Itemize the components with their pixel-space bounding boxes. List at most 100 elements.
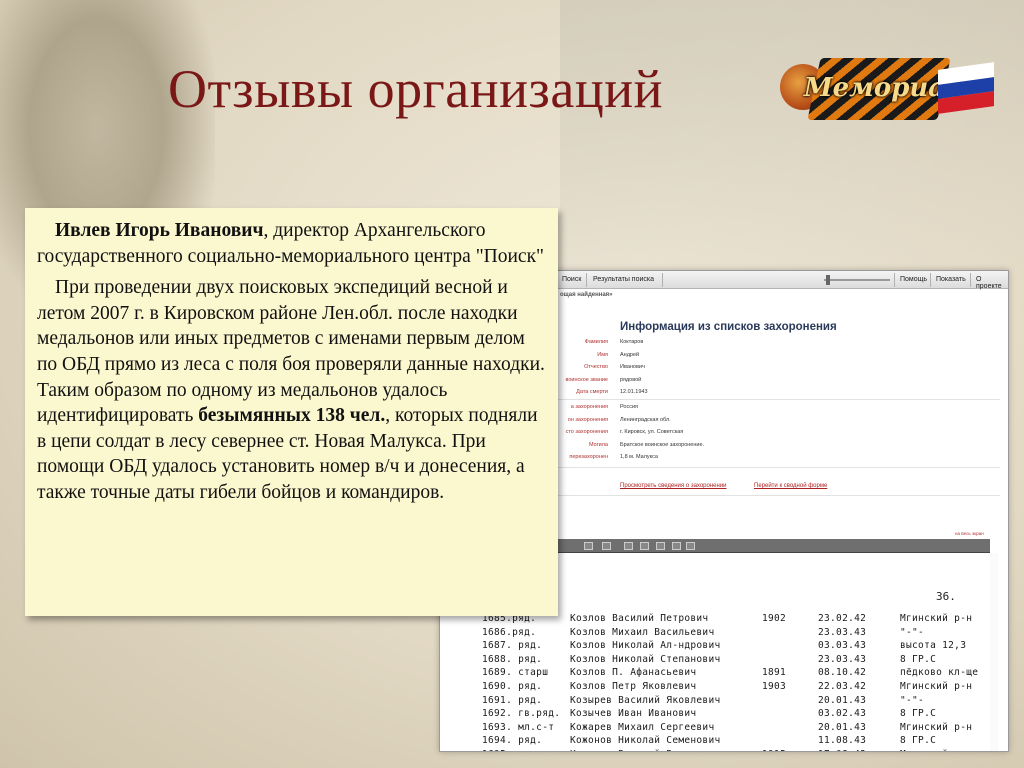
record-name: Козырев Василий Яковлевич [570, 694, 721, 706]
nav-show-link[interactable]: Показать [936, 276, 966, 283]
fullscreen-link[interactable]: на весь экран [955, 531, 984, 536]
record-row: 1688. ряд. Козлов Николай Степанович 23.03… [482, 654, 1002, 668]
person-field-value: рядовой [620, 376, 642, 383]
record-name: Козычев Иван Иванович [570, 708, 697, 720]
record-row: 1694. ряд. Кожонов Николай Семенович 11.08… [482, 735, 1002, 749]
record-name: Козлов Николай Ал-ндрович [570, 640, 721, 652]
author-name: Ивлев Игорь Иванович [55, 220, 264, 241]
record-place: Мгинский р-н [900, 681, 973, 692]
quote-author: Ивлев Игорь Иванович, директор Архангель… [37, 218, 546, 269]
record-date: 23.03.43 [818, 653, 867, 665]
quote-text-1: При проведении двух поисковых экспедиций… [37, 277, 545, 427]
record-place: Мгинский р-н [900, 721, 973, 733]
record-row: 1692. гв.ряд. Козычев Иван Иванович 03.02.… [482, 708, 1002, 722]
burial-field-value: 1,8 м. Малукса [620, 454, 658, 460]
person-field-value: 12.01.1943 [620, 389, 648, 395]
record-year: 1891 [762, 667, 787, 679]
fit-page-icon[interactable] [624, 542, 633, 550]
record-row: 1690. ряд. Козлов Петр Яковлевич 1903 22.03… [482, 681, 1002, 695]
record-name: Кожонов Николай Семенович [570, 735, 721, 747]
record-num: 1692. гв.ряд. [482, 708, 561, 720]
record-row: 1687. ряд. Козлов Николай Ал-ндрович 03.03… [482, 640, 1002, 654]
record-place: 8 ГР.С [900, 735, 937, 747]
burial-field-label: сто захоронения [565, 429, 608, 435]
record-name: Козлов Михаил Васильевич [570, 626, 715, 638]
burial-field-label: он захоронения [567, 416, 608, 423]
record-place: "-"- [900, 626, 925, 638]
burial-field-value: Братское воинское захоронение. [620, 441, 705, 448]
hand-tool-icon[interactable] [584, 542, 593, 550]
record-row: 1686.ряд. Козлов Михаил Васильевич 23.03.4… [482, 627, 1002, 641]
record-name: Козлов Николай Степанович [570, 653, 721, 665]
logo-text: Мемориал [803, 73, 965, 103]
zoom-icon[interactable] [602, 542, 611, 550]
record-place: высота 12,3 [900, 640, 967, 652]
record-num: 1690. ряд. [482, 681, 543, 692]
record-name: Кожарев Михаил Сергеевич [570, 721, 715, 733]
record-num: 1694. ряд. [482, 735, 543, 747]
record-num: 1688. ряд. [482, 653, 543, 665]
record-num: 1686.ряд. [482, 626, 537, 638]
scrollbar[interactable] [990, 553, 998, 751]
record-row: 1695. л-т Кожорев Василий Васильевич 1915 1… [482, 749, 1002, 751]
breadcrumb: ощая найденная» [560, 292, 613, 298]
burial-field-label: Могила [588, 441, 608, 448]
fit-width-icon[interactable] [640, 542, 649, 550]
record-place: Мгинский р-н [900, 749, 972, 751]
record-row: 1693. мл.с-т Кожарев Михаил Сергеевич 20.0… [482, 722, 1002, 736]
record-place: 8 ГР.С [900, 708, 937, 720]
zoom-slider-knob[interactable] [826, 275, 830, 285]
record-num: 1689. старш [482, 667, 549, 679]
record-place: Мгинский р-н [900, 613, 973, 624]
record-place: "-"- [900, 694, 925, 706]
record-year: 1903 [762, 681, 787, 692]
burial-field-value: Россия [620, 404, 639, 410]
record-date: 20.01.43 [818, 694, 867, 706]
info-title: Информация из списков захоронения [620, 321, 837, 333]
record-date: 03.02.43 [818, 708, 867, 720]
print-icon[interactable] [686, 542, 695, 550]
person-field-label: Имя [597, 351, 608, 358]
background-document [560, 0, 1024, 280]
record-num: 1687. ряд. [482, 640, 543, 652]
summary-form-link[interactable]: Перейти к сводной форме [754, 483, 827, 489]
record-date: 03.03.43 [818, 640, 867, 652]
quote-body: При проведении двух поисковых экспедиций… [37, 275, 546, 505]
record-num: 1691. ряд. [482, 694, 543, 706]
record-row: 1689. старш Козлов П. Афанасьевич 1891 08.1… [482, 667, 1002, 681]
record-date: 08.10.42 [818, 667, 867, 679]
zoom-slider[interactable] [824, 279, 890, 281]
person-field-value: Коктаров [620, 339, 644, 345]
burial-field-label: перезахоронен [569, 454, 608, 460]
record-name: Кожорев Василий Васильевич [570, 749, 727, 751]
person-field-label: Отчество [584, 364, 608, 370]
slide-title: Отзывы организаций [168, 59, 664, 119]
page-number: 36. [936, 590, 956, 603]
record-date: 23.02.42 [818, 613, 867, 624]
save-icon[interactable] [672, 542, 681, 550]
record-num: 1693. мл.с-т [482, 721, 555, 733]
record-year: 1915 [762, 749, 786, 751]
person-field-label: Дата смерти [576, 389, 608, 395]
record-date: 20.01.43 [818, 721, 867, 733]
record-year: 1902 [762, 613, 787, 624]
record-name: Козлов П. Афанасьевич [570, 667, 697, 679]
person-field-value: Андрей [620, 351, 640, 358]
record-date: 11.08.43 [818, 735, 867, 747]
actual-size-icon[interactable] [656, 542, 665, 550]
burial-field-label: а захоронения [570, 404, 608, 410]
nav-results-tab[interactable]: Результаты поиска [593, 276, 654, 283]
record-date: 17.08.43 [818, 749, 866, 751]
nav-search-tab[interactable]: Поиск [562, 276, 581, 283]
nav-about-link[interactable]: О проекте [976, 276, 1008, 290]
record-row: 1685.ряд. Козлов Василий Петрович 1902 23.0… [482, 613, 1002, 627]
record-name: Козлов Василий Петрович [570, 613, 709, 624]
record-num: 1695. л-т [482, 749, 536, 751]
nav-help-link[interactable]: Помощь [900, 276, 927, 283]
burial-field-value: г. Кировск, ул. Советская [620, 429, 684, 435]
person-field-value: Иванович [620, 364, 645, 370]
burial-details-link[interactable]: Просмотреть сведения о захоронении [620, 483, 727, 489]
burial-field-value: Ленинградская обл. [620, 416, 671, 423]
document-viewer-toolbar [554, 539, 990, 553]
quote-highlight: безымянных 138 чел. [198, 405, 386, 427]
